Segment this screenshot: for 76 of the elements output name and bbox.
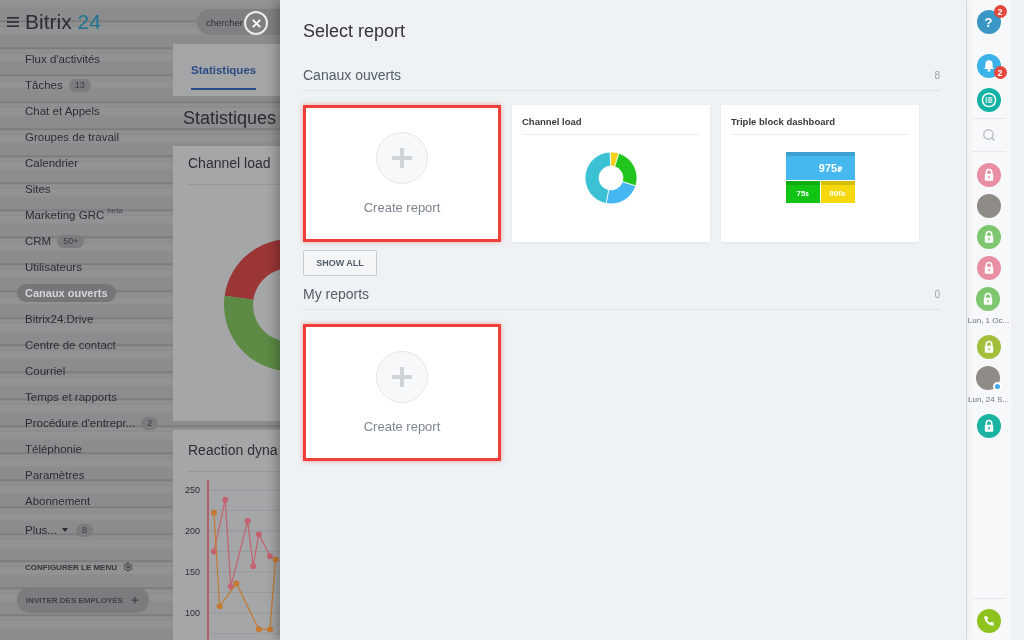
menu-item[interactable]: Chat et Appels	[17, 102, 108, 120]
menu-item[interactable]: CRM 50+	[17, 232, 93, 250]
create-report-card[interactable]: Create report	[303, 105, 501, 242]
plus-icon	[376, 351, 428, 403]
menu-item[interactable]: Calendrier	[17, 154, 87, 172]
counter-badge: 50+	[57, 234, 85, 248]
y-tick-label: 250	[184, 484, 200, 495]
menu-icon[interactable]	[7, 17, 19, 27]
menu-item[interactable]: Flux d'activités	[17, 50, 109, 68]
search-field[interactable]: chercher	[197, 9, 280, 35]
data-point	[255, 531, 262, 538]
avatar-photo[interactable]	[976, 194, 1001, 218]
menu-item[interactable]: Sites	[17, 180, 59, 198]
page-title: Statistiques	[183, 107, 277, 129]
menu-item[interactable]: Courriel	[17, 362, 74, 380]
y-tick-label: 150	[184, 566, 200, 577]
y-tick-label: 200	[184, 525, 200, 536]
menu-item[interactable]: Téléphonie	[17, 440, 90, 458]
close-button[interactable]	[244, 11, 268, 35]
data-point	[211, 548, 217, 555]
avatar-photo[interactable]	[976, 366, 1001, 390]
notification-badge: 2	[993, 5, 1007, 18]
menu-item[interactable]: Temps et rapports	[17, 388, 126, 406]
data-point	[216, 603, 223, 610]
plus-icon	[129, 595, 140, 605]
lock-icon[interactable]	[976, 225, 1001, 249]
close-icon	[251, 18, 261, 28]
section-count: 0	[934, 288, 940, 300]
beta-label: beta	[107, 206, 123, 215]
search-icon[interactable]	[981, 128, 996, 142]
chat-date: Lun, 24 S...	[968, 395, 1009, 405]
chat-date: Lun, 1 Oc...	[967, 316, 1010, 326]
lock-icon[interactable]	[976, 414, 1001, 438]
donut-slice	[224, 239, 280, 300]
menu-item[interactable]: Bitrix24.Drive	[17, 310, 102, 328]
data-point	[244, 518, 251, 525]
configure-menu-link[interactable]: CONFIGURER LE MENU	[25, 558, 133, 576]
logo[interactable]: Bitrix 24	[25, 10, 101, 34]
menu-item[interactable]: Abonnement	[17, 492, 99, 510]
lock-icon[interactable]	[976, 256, 1001, 280]
phone-icon[interactable]	[976, 609, 1001, 633]
data-point	[211, 509, 217, 516]
data-point	[267, 626, 273, 633]
settings-icon	[123, 562, 133, 572]
bell-icon[interactable]	[976, 54, 1001, 78]
counter-badge: 13	[68, 78, 91, 92]
section-title: Canaux ouverts	[303, 66, 402, 84]
counter-badge: 2	[141, 416, 159, 430]
show-all-button[interactable]: SHOW ALL	[303, 250, 377, 276]
menu-item[interactable]: Canaux ouverts	[17, 284, 116, 302]
panel-title: Select report	[303, 20, 406, 43]
menu-item[interactable]: Procédure d'entrepr... 2	[17, 414, 167, 432]
menu-item[interactable]: Marketing GRC beta	[17, 206, 131, 224]
caret-icon	[61, 528, 68, 532]
data-point	[255, 626, 262, 633]
tab[interactable]: Statistiques	[191, 64, 257, 90]
lock-icon[interactable]	[976, 163, 1001, 187]
y-tick-label: 100	[184, 607, 200, 618]
section-count: 8	[934, 69, 940, 81]
invite-employees-button[interactable]: INVITER DES EMPLOYÉS	[17, 587, 149, 613]
menu-item[interactable]: Tâches 13	[17, 76, 99, 94]
lock-icon[interactable]	[976, 287, 1001, 311]
data-point	[250, 563, 257, 570]
menu-item[interactable]: Groupes de travail	[17, 128, 127, 146]
report-card[interactable]: Channel load	[512, 105, 710, 242]
widget-title: Channel load	[188, 155, 271, 171]
data-point	[222, 496, 229, 503]
create-report-card[interactable]: Create report	[303, 324, 501, 461]
lock-icon[interactable]	[976, 335, 1001, 359]
menu-item[interactable]: Utilisateurs	[17, 258, 90, 276]
menu-item[interactable]: Paramètres	[17, 466, 93, 484]
chat-list-icon[interactable]	[976, 88, 1001, 112]
plus-icon	[376, 132, 428, 184]
section-title: My reports	[303, 285, 370, 303]
widget-title: Reaction dyna	[188, 442, 278, 458]
menu-item[interactable]: Centre de contact	[17, 336, 124, 354]
